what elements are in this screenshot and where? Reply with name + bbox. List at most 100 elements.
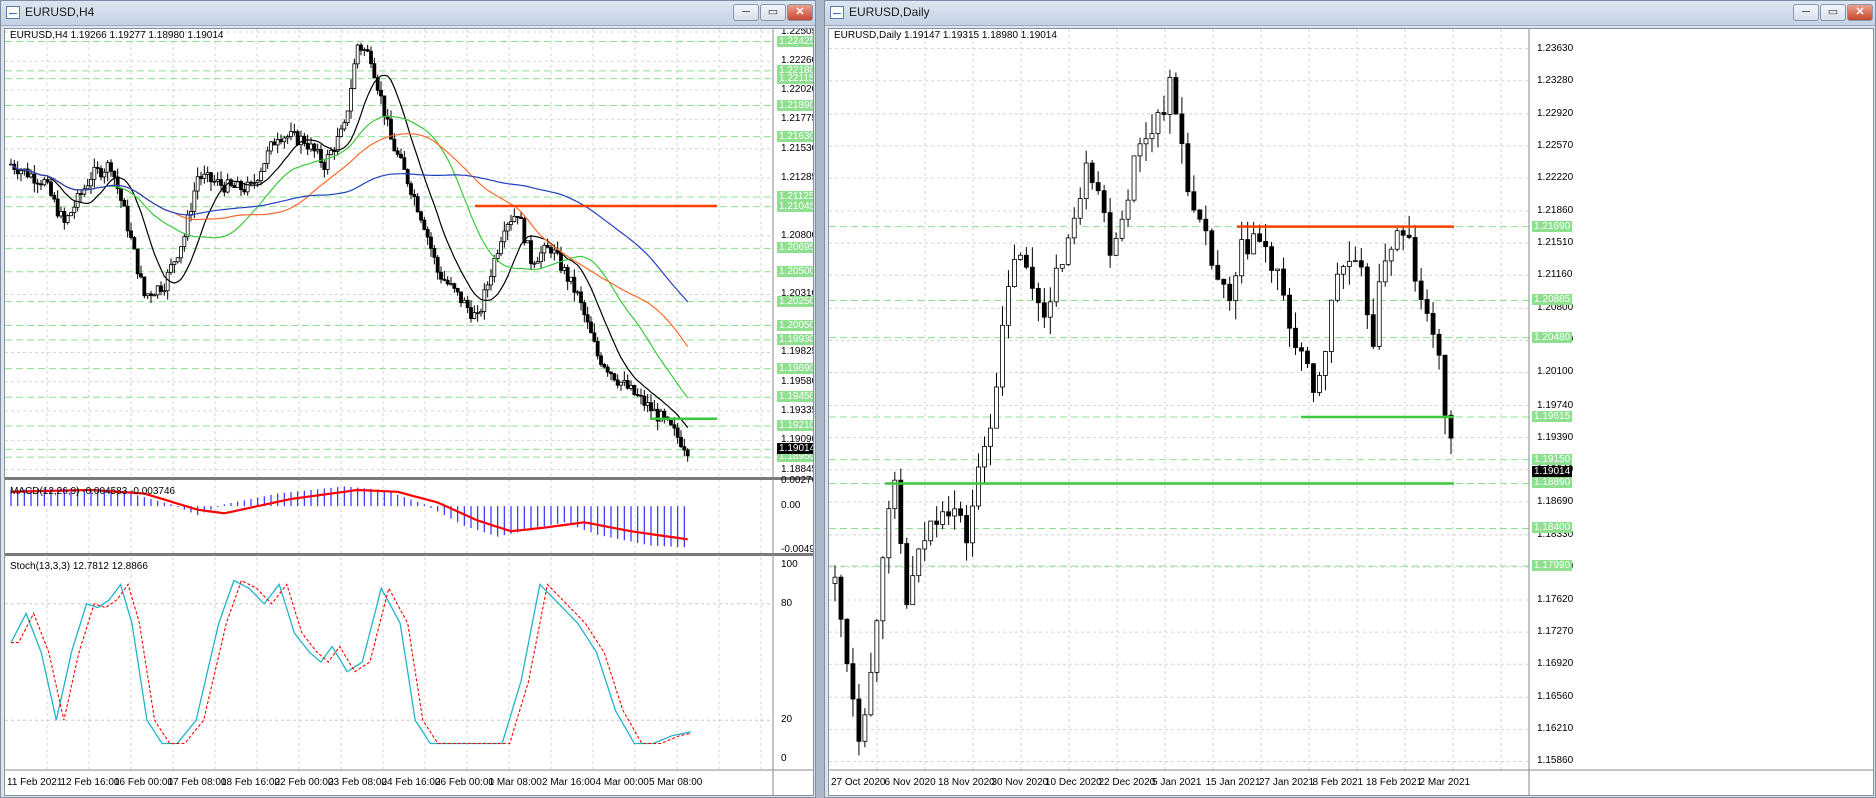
time-axis-label: 11 Feb 2021 bbox=[7, 777, 63, 788]
candle bbox=[982, 446, 987, 468]
h4-chart-area[interactable]: EURUSD,H4 1.19266 1.19277 1.18980 1.1901… bbox=[4, 28, 814, 796]
restore-button[interactable]: ▭ bbox=[1820, 4, 1846, 21]
candle bbox=[1071, 217, 1077, 239]
candle bbox=[898, 479, 904, 544]
candle bbox=[1179, 113, 1185, 145]
candle bbox=[1334, 273, 1340, 301]
h4-window-titlebar[interactable]: EURUSD,H4 ─ ▭ ✕ bbox=[1, 1, 815, 26]
candle bbox=[459, 291, 463, 304]
candle bbox=[562, 267, 567, 271]
candle bbox=[988, 427, 993, 447]
candle bbox=[1412, 237, 1418, 282]
candle bbox=[1029, 266, 1035, 289]
candle bbox=[62, 211, 67, 223]
candle bbox=[605, 366, 610, 373]
candle bbox=[910, 575, 916, 606]
candle bbox=[639, 394, 643, 397]
current-price-label: 1.19014 bbox=[777, 443, 813, 455]
time-axis-label: 1 Mar 08:00 bbox=[488, 777, 542, 788]
candle bbox=[1376, 281, 1382, 347]
level-price-label: 1.19450 bbox=[777, 391, 813, 403]
candle bbox=[409, 183, 413, 195]
daily-chart-area[interactable]: EURUSD,Daily 1.19147 1.19315 1.18980 1.1… bbox=[828, 28, 1874, 796]
candle bbox=[612, 373, 617, 381]
price-scale-label: 1.21510 bbox=[1537, 237, 1574, 249]
candle bbox=[922, 540, 928, 550]
candle bbox=[452, 283, 457, 289]
candle bbox=[874, 620, 880, 673]
candle bbox=[479, 311, 483, 314]
candle bbox=[122, 200, 127, 207]
candle bbox=[1101, 190, 1107, 214]
candle bbox=[1424, 299, 1430, 314]
price-scale-label: 1.19335 bbox=[781, 405, 814, 417]
candle bbox=[292, 131, 297, 133]
candle bbox=[602, 364, 607, 368]
candle bbox=[946, 511, 952, 517]
daily-symbol-info: EURUSD,Daily 1.19147 1.19315 1.18980 1.1… bbox=[834, 30, 1057, 41]
macd-indicator-label: MACD(12,26,9) -0.004583 -0.003746 bbox=[10, 486, 176, 497]
candle bbox=[672, 424, 677, 429]
candle bbox=[569, 276, 573, 282]
candle bbox=[349, 88, 353, 112]
candle bbox=[1149, 133, 1155, 140]
price-scale-label: 1.21285 bbox=[781, 171, 814, 183]
close-button[interactable]: ✕ bbox=[787, 4, 813, 21]
close-button[interactable]: ✕ bbox=[1847, 4, 1873, 21]
candle bbox=[685, 449, 690, 457]
candle bbox=[1430, 313, 1436, 335]
stoch-indicator-label: Stoch(13,3,3) 12.7812 12.8866 bbox=[10, 561, 148, 572]
candle bbox=[495, 253, 500, 259]
level-price-label: 1.19150 bbox=[1532, 453, 1573, 465]
candle bbox=[492, 258, 497, 277]
price-scale-label: 1.16560 bbox=[1537, 691, 1574, 703]
candle bbox=[285, 136, 290, 139]
candle bbox=[1281, 268, 1286, 296]
candle bbox=[232, 185, 237, 189]
candle bbox=[1203, 218, 1209, 232]
candle bbox=[112, 170, 117, 178]
daily-window-titlebar[interactable]: EURUSD,Daily ─ ▭ ✕ bbox=[825, 1, 1875, 26]
candle bbox=[169, 264, 173, 273]
candle bbox=[589, 321, 593, 334]
price-scale-label: 1.23630 bbox=[1537, 42, 1574, 54]
candle bbox=[272, 141, 277, 146]
candle bbox=[269, 141, 273, 152]
candle bbox=[904, 543, 910, 606]
candle bbox=[1221, 278, 1227, 285]
candle bbox=[970, 505, 975, 544]
minimize-button[interactable]: ─ bbox=[1793, 4, 1819, 21]
candle bbox=[509, 221, 513, 225]
candle bbox=[419, 211, 423, 221]
time-axis-label: 2 Mar 2021 bbox=[1419, 777, 1471, 788]
candle bbox=[305, 143, 310, 150]
time-axis-label: 5 Mar 08:00 bbox=[649, 777, 703, 788]
candle bbox=[49, 181, 53, 196]
candle bbox=[1442, 354, 1448, 416]
candle bbox=[958, 508, 963, 516]
candle bbox=[1323, 351, 1328, 376]
candle bbox=[155, 285, 160, 296]
time-axis-label: 30 Nov 2020 bbox=[991, 777, 1049, 788]
candle bbox=[435, 256, 440, 273]
candle bbox=[1275, 268, 1280, 271]
candle bbox=[425, 229, 430, 238]
candle bbox=[159, 285, 163, 292]
candle bbox=[252, 182, 257, 184]
candle bbox=[32, 173, 37, 184]
candle bbox=[599, 355, 603, 365]
restore-button[interactable]: ▭ bbox=[760, 4, 786, 21]
candle bbox=[1113, 237, 1119, 256]
h4-chart-window: EURUSD,H4 ─ ▭ ✕ EURUSD,H4 1.19266 1.1927… bbox=[0, 0, 816, 798]
candle bbox=[469, 307, 473, 319]
candle bbox=[542, 244, 547, 254]
candle bbox=[649, 402, 653, 412]
macd-scale-label: 0.002762 bbox=[781, 475, 813, 487]
price-scale-label: 1.17620 bbox=[1537, 594, 1574, 605]
time-axis-label: 24 Feb 16:00 bbox=[381, 777, 441, 788]
minimize-button[interactable]: ─ bbox=[733, 4, 759, 21]
candle bbox=[934, 520, 940, 525]
candle bbox=[109, 162, 113, 172]
candle bbox=[129, 230, 133, 238]
candle bbox=[856, 698, 862, 742]
